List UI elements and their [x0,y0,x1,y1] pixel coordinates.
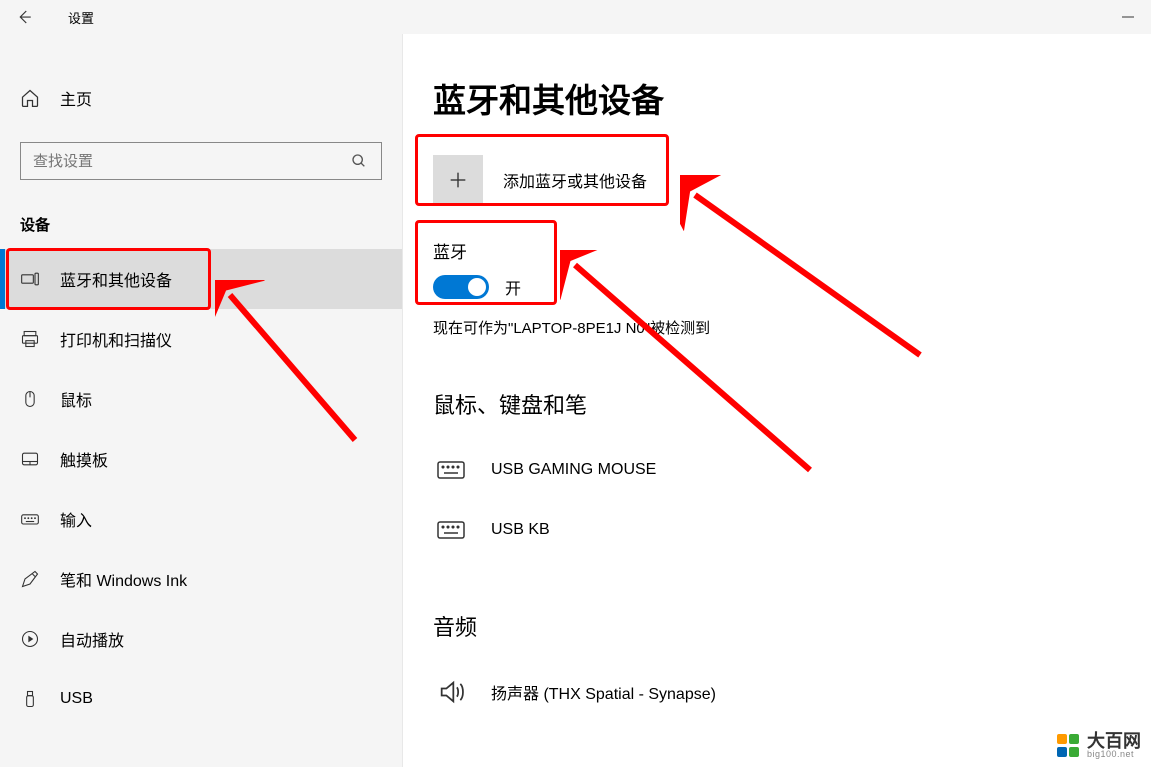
watermark-url: big100.net [1087,750,1141,759]
sidebar-item-label: USB [60,690,93,708]
minimize-button[interactable] [1105,0,1151,34]
sidebar-section-title: 设备 [0,200,402,249]
sidebar-home-label: 主页 [60,86,92,110]
add-device-button[interactable]: 添加蓝牙或其他设备 [433,152,1151,208]
window-title: 设置 [48,8,94,27]
device-name: 扬声器 (THX Spatial - Synapse) [491,680,716,704]
sidebar-item-printers[interactable]: 打印机和扫描仪 [0,309,402,369]
device-item[interactable]: 扬声器 (THX Spatial - Synapse) [433,662,1151,722]
search-input[interactable] [33,153,349,170]
sidebar-item-label: 打印机和扫描仪 [60,327,172,351]
sidebar-item-label: 自动播放 [60,627,124,651]
sidebar-item-mouse[interactable]: 鼠标 [0,369,402,429]
sidebar-item-touchpad[interactable]: 触摸板 [0,429,402,489]
sidebar-item-usb[interactable]: USB [0,669,402,729]
sidebar: 主页 设备 蓝牙和其他设备 打印机和扫描仪 鼠标 [0,34,403,767]
titlebar: 设置 [0,0,1151,34]
bluetooth-toggle[interactable] [433,275,489,299]
mouse-icon [20,389,40,409]
sidebar-item-typing[interactable]: 输入 [0,489,402,549]
keyboard-icon [433,452,469,488]
devices-icon [20,269,40,289]
keyboard-icon [20,509,40,529]
watermark: 大百网 big100.net [1057,732,1141,759]
watermark-logo-icon [1057,734,1081,758]
printer-icon [20,329,40,349]
sidebar-item-label: 笔和 Windows Ink [60,567,187,591]
search-icon [349,151,369,171]
home-icon [20,88,40,108]
sidebar-item-pen[interactable]: 笔和 Windows Ink [0,549,402,609]
main-content: 蓝牙和其他设备 添加蓝牙或其他设备 蓝牙 开 现在可作为"LAPTOP-8PE1… [403,34,1151,767]
device-name: USB KB [491,521,550,539]
keyboard-icon [433,512,469,548]
pen-icon [20,569,40,589]
search-box[interactable] [20,142,382,180]
toggle-state-label: 开 [505,275,521,299]
sidebar-item-bluetooth[interactable]: 蓝牙和其他设备 [0,249,402,309]
autoplay-icon [20,629,40,649]
speaker-icon [433,674,469,710]
sidebar-item-label: 触摸板 [60,447,108,471]
discoverable-text: 现在可作为"LAPTOP-8PE1J N0"被检测到 [433,317,1151,338]
sidebar-item-autoplay[interactable]: 自动播放 [0,609,402,669]
device-item[interactable]: USB KB [433,500,1151,560]
minimize-icon [1122,11,1134,23]
watermark-name: 大百网 [1087,732,1141,750]
device-name: USB GAMING MOUSE [491,461,656,479]
usb-icon [20,689,40,709]
add-device-label: 添加蓝牙或其他设备 [503,168,647,192]
sidebar-home[interactable]: 主页 [0,74,402,122]
plus-icon [433,155,483,205]
arrow-left-icon [15,8,33,26]
page-heading: 蓝牙和其他设备 [433,74,1151,122]
back-button[interactable] [0,0,48,34]
device-item[interactable]: USB GAMING MOUSE [433,440,1151,500]
sidebar-item-label: 蓝牙和其他设备 [60,267,172,291]
category-audio: 音频 [433,610,1151,642]
bluetooth-label: 蓝牙 [433,238,1151,263]
touchpad-icon [20,449,40,469]
sidebar-item-label: 鼠标 [60,387,92,411]
category-input-devices: 鼠标、键盘和笔 [433,388,1151,420]
sidebar-item-label: 输入 [60,507,92,531]
